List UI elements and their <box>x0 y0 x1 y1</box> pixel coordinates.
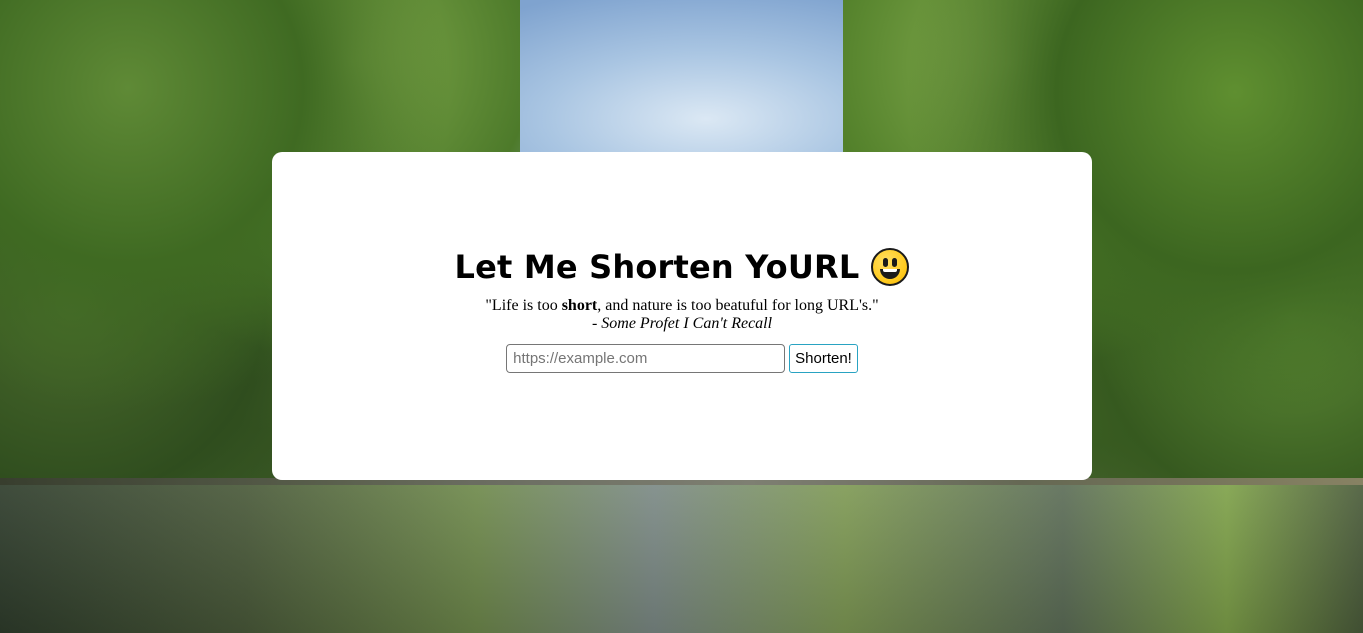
shorten-button[interactable]: Shorten! <box>789 343 858 373</box>
shortener-card: Let Me Shorten YoURL "Life is too short,… <box>272 152 1092 480</box>
page-title-text: Let Me Shorten YoURL <box>454 247 860 286</box>
emoji-left-eye <box>883 257 889 267</box>
grinning-face-icon <box>871 247 910 286</box>
quote-text: "Life is too short, and nature is too be… <box>485 297 878 315</box>
quote-author: - Some Profet I Can't Recall <box>591 314 773 332</box>
shorten-form: Shorten! <box>506 343 858 373</box>
quote-text-after: , and nature is too beatuful for long UR… <box>597 296 879 314</box>
quote-text-before: "Life is too <box>485 296 562 314</box>
quote-bold-word: short <box>561 296 598 314</box>
background-water-sheen <box>0 485 1363 633</box>
emoji-mouth <box>880 268 901 279</box>
page-title: Let Me Shorten YoURL <box>454 247 910 286</box>
tagline-quote: "Life is too short, and nature is too be… <box>485 297 878 333</box>
emoji-right-eye <box>892 257 898 267</box>
url-input[interactable] <box>506 343 786 373</box>
